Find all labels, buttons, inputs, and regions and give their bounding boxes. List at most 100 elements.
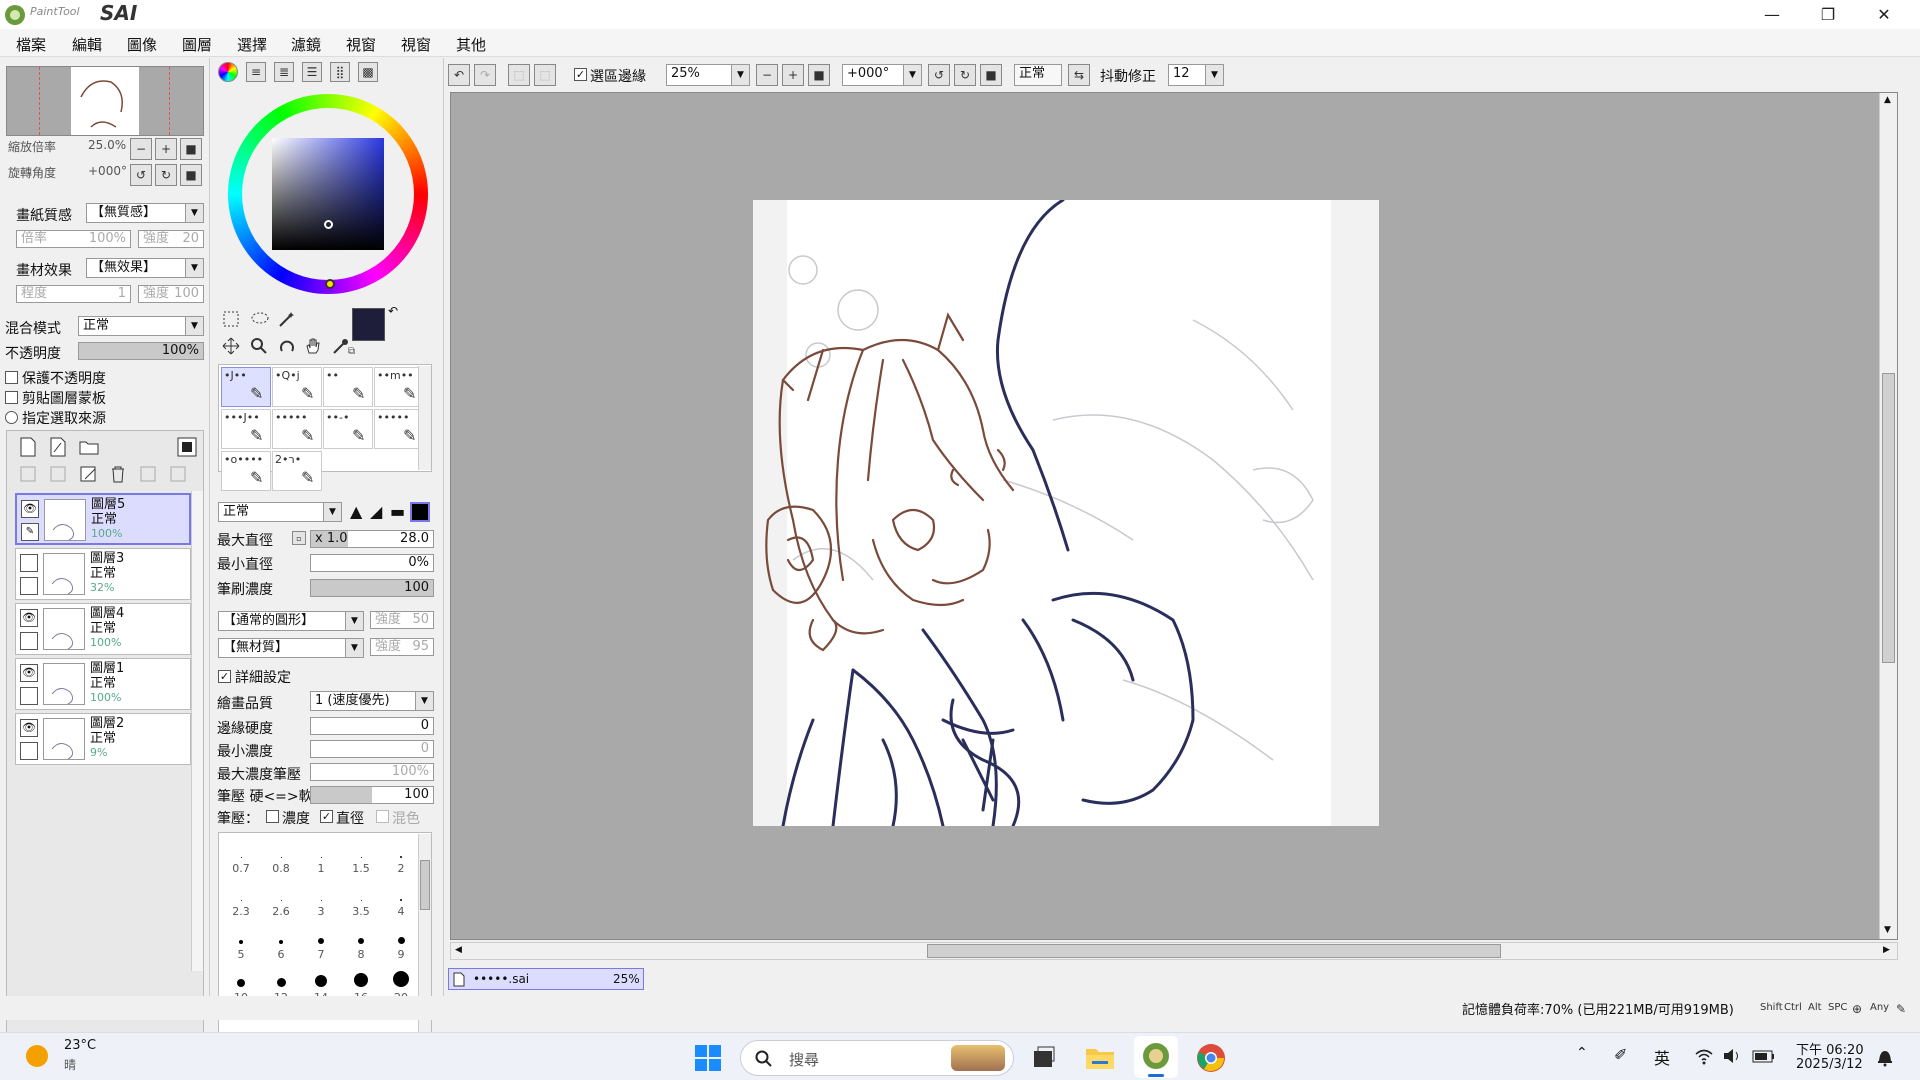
lock-toggle[interactable] <box>20 577 38 595</box>
eye-icon[interactable]: 👁 <box>20 609 38 627</box>
opacity-slider[interactable]: 100% <box>78 342 204 360</box>
layer-item[interactable]: 👁 圖層4 正常 100% <box>15 603 191 655</box>
minimize-button[interactable]: — <box>1744 0 1800 29</box>
pressure-blend-checkbox[interactable] <box>376 810 389 823</box>
brush-slot[interactable]: •J•• ✎ <box>221 367 271 407</box>
brush-size-option[interactable]: 0.8 <box>261 835 301 875</box>
menu-view[interactable]: 視窗 <box>346 34 376 55</box>
brush-texture-dropdown[interactable]: 【無材質】 ▼ <box>218 638 364 658</box>
ime-indicator[interactable]: 英 <box>1654 1045 1670 1069</box>
clipping-mask-checkbox[interactable] <box>5 391 18 404</box>
weather-sun-icon[interactable] <box>26 1045 48 1067</box>
rotate-reset-button[interactable]: ■ <box>180 164 202 186</box>
invert-selection-button[interactable]: ⬚ <box>534 64 556 86</box>
brush-mode-dropdown[interactable]: 正常 ▼ <box>218 502 342 522</box>
rgb-slider-tab[interactable]: ≡ <box>246 62 266 82</box>
rotate-left-button[interactable]: ↺ <box>130 164 152 186</box>
pressure-size-checkbox[interactable]: ✓ <box>320 810 333 823</box>
canvas-rotate-reset-button[interactable]: ■ <box>980 64 1002 86</box>
menu-window[interactable]: 視窗 <box>401 34 431 55</box>
max-density-pressure-slider[interactable]: 100% <box>310 763 434 781</box>
transfer-down-icon[interactable] <box>19 465 37 483</box>
brush-size-option[interactable]: 2 <box>381 835 421 875</box>
rotate-right-button[interactable]: ↻ <box>155 164 177 186</box>
hsv-slider-tab[interactable]: ≣ <box>274 62 294 82</box>
canvas-zoom-reset-button[interactable]: ■ <box>808 64 830 86</box>
clear-layer-icon[interactable] <box>79 465 99 483</box>
brush-size-option[interactable]: 8 <box>341 921 381 961</box>
vertical-scrollbar[interactable]: ▲ ▼ <box>1879 93 1897 939</box>
size-multiplier-button[interactable]: ▫ <box>292 531 306 545</box>
sai-taskbar-app[interactable] <box>1134 1036 1178 1078</box>
document-tab[interactable]: •••••.sai 25% <box>448 968 644 990</box>
move-icon[interactable] <box>222 337 240 355</box>
max-size-slider[interactable]: x 1.0 28.0 <box>310 530 434 548</box>
deselect-button[interactable]: ⬚ <box>508 64 530 86</box>
brush-slot[interactable]: ••m•• ✎ <box>374 367 424 407</box>
brush-size-option[interactable]: 9 <box>381 921 421 961</box>
color-wheel-tab[interactable] <box>218 62 238 82</box>
texture-strength-slider[interactable]: 強度 95 <box>370 638 434 656</box>
paper-strength-slider[interactable]: 強度 20 <box>138 230 204 248</box>
density-slider[interactable]: 100 <box>310 579 434 597</box>
layer-scrollbar[interactable] <box>191 491 203 971</box>
effect-strength-slider[interactable]: 強度 100 <box>138 285 204 303</box>
hand-icon[interactable] <box>304 337 322 355</box>
weather-temp[interactable]: 23°C <box>64 1038 96 1053</box>
scratchpad-tab[interactable]: ▩ <box>358 62 378 82</box>
shape-sharp-icon[interactable]: ▲ <box>350 502 362 521</box>
eye-icon[interactable] <box>20 554 38 572</box>
taskbar-search-box[interactable]: 搜尋 <box>740 1040 1014 1076</box>
brush-shape-dropdown[interactable]: 【通常的圓形】 ▼ <box>218 611 364 631</box>
brush-slot[interactable]: •• ✎ <box>323 367 373 407</box>
canvas-view-mode-button[interactable]: 正常 <box>1014 64 1062 86</box>
brush-size-option[interactable]: 3 <box>301 878 341 918</box>
brush-size-option[interactable]: 1 <box>301 835 341 875</box>
brush-slot[interactable]: •o•••• ✎ <box>221 451 271 491</box>
battery-icon[interactable] <box>1752 1047 1776 1065</box>
brush-slot[interactable]: 2•ר• ✎ <box>272 451 322 491</box>
stabilizer-dropdown[interactable]: 12 ▼ <box>1168 64 1224 86</box>
merge-down-icon[interactable] <box>49 465 67 483</box>
paper-scale-slider[interactable]: 倍率 100% <box>16 230 131 248</box>
shape-strength-slider[interactable]: 強度 50 <box>370 611 434 629</box>
selection-edge-checkbox[interactable]: ✓ <box>574 68 587 81</box>
reset-colors-icon[interactable]: ⧉ <box>348 346 355 357</box>
brush-size-option[interactable]: 6 <box>261 921 301 961</box>
new-linework-layer-icon[interactable] <box>49 437 67 457</box>
brush-slot[interactable]: ••••• ✎ <box>272 409 322 449</box>
clock-time[interactable]: 下午 06:20 <box>1796 1039 1864 1058</box>
brush-grid-scrollbar[interactable] <box>418 366 431 470</box>
min-size-slider[interactable]: 0% <box>310 554 434 572</box>
brush-slot[interactable]: •••J•• ✎ <box>221 409 271 449</box>
layer-item[interactable]: 👁 圖層2 正常 9% <box>15 713 191 765</box>
eye-icon[interactable]: 👁 <box>20 719 38 737</box>
effect-degree-slider[interactable]: 程度 1 <box>16 285 131 303</box>
rotate-icon[interactable] <box>278 337 296 355</box>
shape-flat-icon[interactable]: ▬ <box>390 502 405 521</box>
layer-item[interactable]: 👁 ✎ 圖層5 正常 100% <box>15 493 191 545</box>
layer-copy-icon[interactable] <box>169 465 187 483</box>
horizontal-scrollbar[interactable]: ◀ ▶ <box>450 942 1898 960</box>
menu-select[interactable]: 選擇 <box>237 34 267 55</box>
brush-size-option[interactable]: 2.6 <box>261 878 301 918</box>
shape-round-icon[interactable]: ◢ <box>370 502 382 521</box>
restore-button[interactable]: ❐ <box>1800 0 1856 29</box>
brush-size-option[interactable]: 2.3 <box>221 878 261 918</box>
brush-size-option[interactable]: 5 <box>221 921 261 961</box>
effect-dropdown[interactable]: 【無效果】 ▼ <box>86 258 204 278</box>
menu-filter[interactable]: 濾鏡 <box>291 34 321 55</box>
preserve-opacity-checkbox[interactable] <box>5 371 18 384</box>
wifi-icon[interactable] <box>1694 1047 1714 1065</box>
canvas-rotate-left-button[interactable]: ↺ <box>928 64 950 86</box>
brush-size-option[interactable]: 7 <box>301 921 341 961</box>
drawing-canvas[interactable] <box>753 200 1379 826</box>
menu-layer[interactable]: 圖層 <box>182 34 212 55</box>
lock-toggle[interactable] <box>20 687 38 705</box>
zoom-icon[interactable] <box>250 337 268 355</box>
brush-size-option[interactable]: 0.7 <box>221 835 261 875</box>
new-layer-icon[interactable] <box>19 437 37 457</box>
eye-icon[interactable]: 👁 <box>21 500 39 518</box>
edge-hardness-slider[interactable]: 0 <box>310 717 434 735</box>
canvas-zoom-dropdown[interactable]: 25% ▼ <box>666 64 750 86</box>
